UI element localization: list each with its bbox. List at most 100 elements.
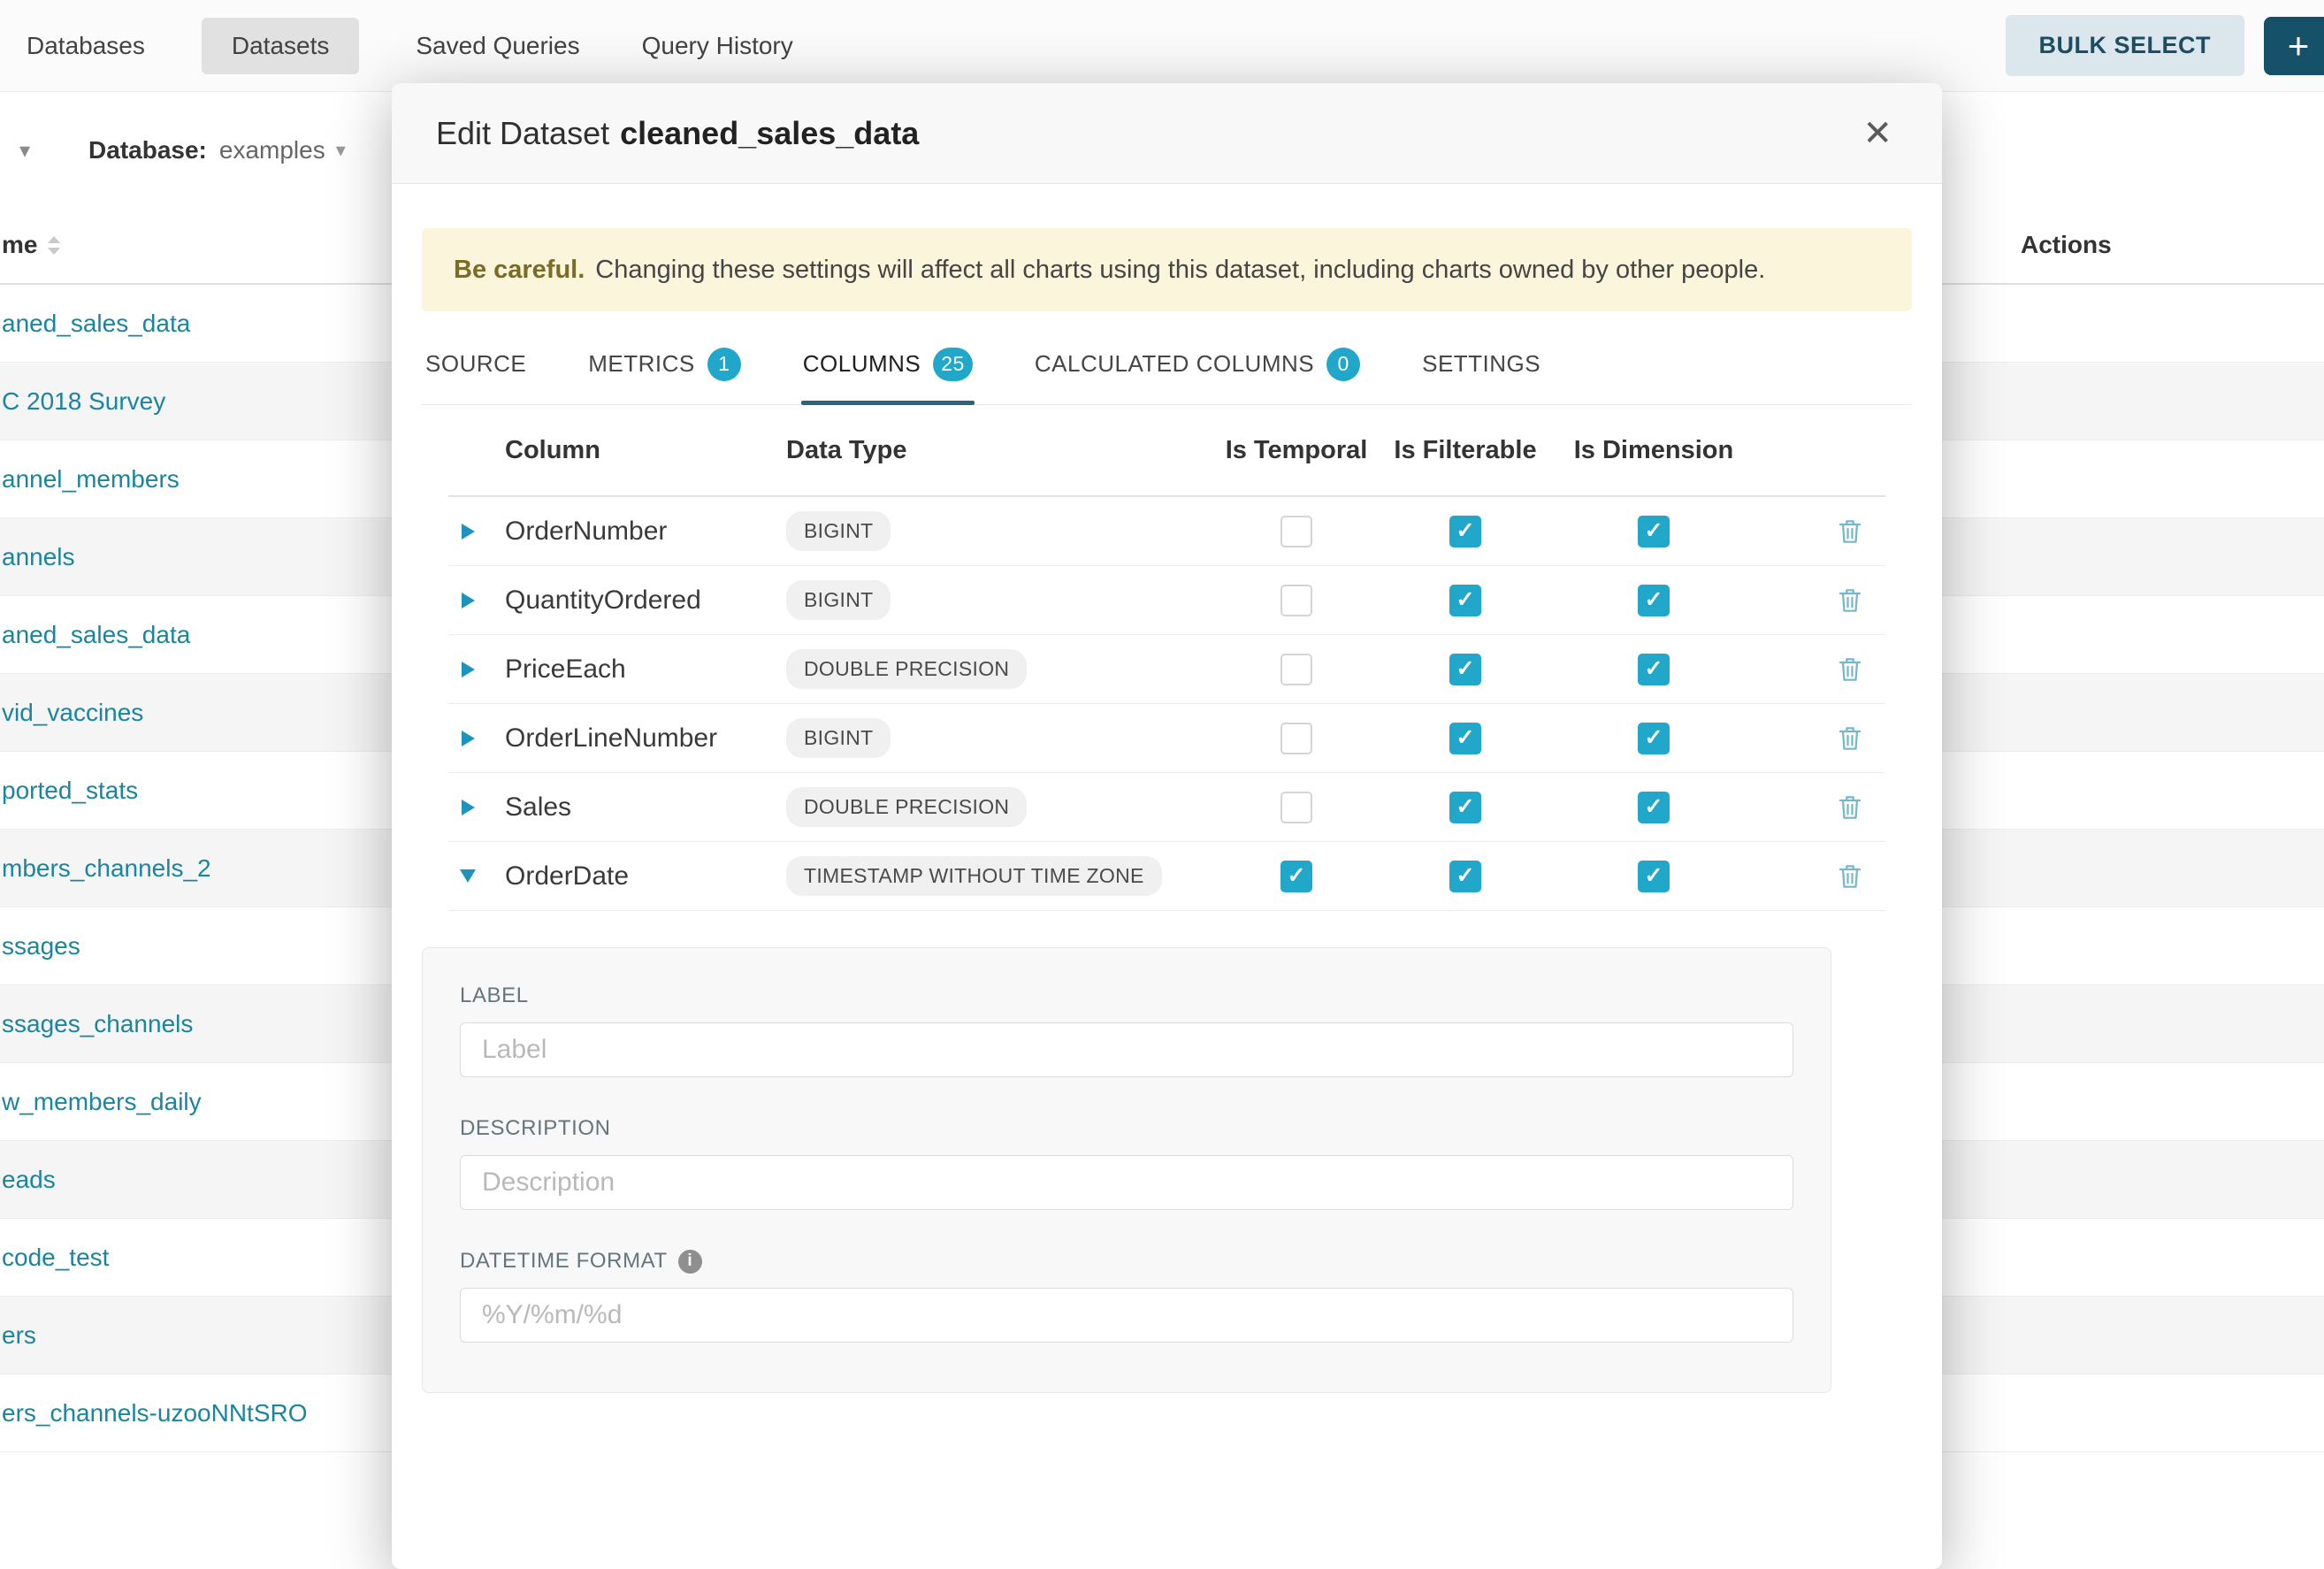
tab-metrics[interactable]: METRICS 1 bbox=[586, 324, 743, 404]
data-type-badge: BIGINT bbox=[786, 580, 891, 620]
warning-bold-text: Be careful. bbox=[454, 256, 585, 285]
is-dimension-checkbox[interactable]: ✓ bbox=[1638, 585, 1670, 616]
label-field: LABEL bbox=[460, 983, 1793, 1077]
expand-caret-icon[interactable] bbox=[448, 731, 487, 746]
modal-body: Be careful. Changing these settings will… bbox=[392, 228, 1942, 1393]
info-icon[interactable]: i bbox=[678, 1250, 702, 1274]
close-icon[interactable]: ✕ bbox=[1857, 115, 1898, 152]
dataset-link[interactable]: C 2018 Survey bbox=[2, 387, 165, 416]
tab-settings[interactable]: SETTINGS bbox=[1420, 324, 1542, 404]
delete-column-button[interactable] bbox=[1831, 581, 1869, 620]
column-name: QuantityOrdered bbox=[487, 586, 779, 616]
column-name: OrderDate bbox=[487, 861, 779, 892]
is-filterable-checkbox[interactable]: ✓ bbox=[1449, 654, 1481, 685]
expand-caret-icon[interactable] bbox=[448, 800, 487, 815]
modal-tab-bar: SOURCE METRICS 1 COLUMNS 25 CALCULATED C… bbox=[422, 324, 1912, 405]
is-dimension-checkbox[interactable]: ✓ bbox=[1638, 861, 1670, 892]
expand-caret-icon[interactable] bbox=[448, 869, 487, 883]
is-dimension-checkbox[interactable]: ✓ bbox=[1638, 792, 1670, 823]
sort-icon[interactable] bbox=[48, 236, 60, 255]
bulk-select-button[interactable]: BULK SELECT bbox=[2006, 15, 2245, 76]
delete-column-button[interactable] bbox=[1831, 788, 1869, 827]
is-temporal-checkbox[interactable] bbox=[1280, 654, 1312, 685]
datetime-format-input[interactable] bbox=[460, 1288, 1793, 1343]
nav-tab-query-history[interactable]: Query History bbox=[637, 18, 799, 74]
dataset-name: cleaned_sales_data bbox=[620, 115, 919, 151]
is-temporal-checkbox[interactable] bbox=[1280, 516, 1312, 547]
expand-caret-icon[interactable] bbox=[448, 524, 487, 540]
tab-label: COLUMNS bbox=[803, 350, 921, 378]
tab-label: CALCULATED COLUMNS bbox=[1035, 350, 1314, 378]
dataset-link[interactable]: eads bbox=[2, 1166, 56, 1194]
data-type-badge: DOUBLE PRECISION bbox=[786, 787, 1027, 827]
is-dimension-checkbox[interactable]: ✓ bbox=[1638, 723, 1670, 754]
dataset-link[interactable]: w_members_daily bbox=[2, 1088, 202, 1116]
dataset-link[interactable]: aned_sales_data bbox=[2, 621, 190, 649]
is-dimension-checkbox[interactable]: ✓ bbox=[1638, 654, 1670, 685]
delete-column-button[interactable] bbox=[1831, 650, 1869, 689]
is-filterable-checkbox[interactable]: ✓ bbox=[1449, 792, 1481, 823]
description-input[interactable] bbox=[460, 1155, 1793, 1210]
nav-tab-saved-queries[interactable]: Saved Queries bbox=[410, 18, 585, 74]
dataset-link[interactable]: code_test bbox=[2, 1244, 109, 1272]
nav-actions: BULK SELECT + bbox=[2006, 15, 2324, 76]
is-filterable-checkbox[interactable]: ✓ bbox=[1449, 585, 1481, 616]
dataset-link[interactable]: ssages_channels bbox=[2, 1010, 193, 1038]
nav-tab-databases[interactable]: Databases bbox=[21, 18, 150, 74]
warning-text: Changing these settings will affect all … bbox=[595, 256, 1765, 285]
data-type-badge: TIMESTAMP WITHOUT TIME ZONE bbox=[786, 856, 1162, 896]
column-row-orderlinenumber: OrderLineNumber BIGINT ✓ ✓ bbox=[448, 704, 1885, 773]
column-row-priceeach: PriceEach DOUBLE PRECISION ✓ ✓ bbox=[448, 635, 1885, 704]
nav-tab-datasets[interactable]: Datasets bbox=[202, 18, 360, 74]
tab-calculated-columns[interactable]: CALCULATED COLUMNS 0 bbox=[1033, 324, 1362, 404]
delete-column-button[interactable] bbox=[1831, 719, 1869, 758]
dataset-link[interactable]: vid_vaccines bbox=[2, 699, 143, 727]
add-button[interactable]: + bbox=[2264, 17, 2324, 75]
columns-rows: OrderNumber BIGINT ✓ ✓ bbox=[448, 497, 1885, 911]
is-temporal-checkbox[interactable] bbox=[1280, 585, 1312, 616]
dataset-link[interactable]: ers bbox=[2, 1321, 36, 1350]
trash-icon bbox=[1837, 724, 1863, 753]
tab-label: METRICS bbox=[588, 350, 695, 378]
dataset-link[interactable]: ssages bbox=[2, 932, 80, 961]
dataset-link[interactable]: ers_channels-uzooNNtSRO bbox=[2, 1399, 308, 1427]
tab-label: SETTINGS bbox=[1422, 350, 1540, 378]
delete-column-button[interactable] bbox=[1831, 857, 1869, 896]
top-navigation: Databases Datasets Saved Queries Query H… bbox=[0, 0, 2324, 92]
dataset-link[interactable]: annel_members bbox=[2, 465, 180, 494]
tab-columns[interactable]: COLUMNS 25 bbox=[801, 324, 975, 404]
tab-source[interactable]: SOURCE bbox=[424, 324, 528, 404]
dataset-link[interactable]: ported_stats bbox=[2, 777, 138, 805]
columns-table: Column Data Type Is Temporal Is Filterab… bbox=[448, 405, 1885, 911]
trash-icon bbox=[1837, 586, 1863, 615]
nav-tab-label: Query History bbox=[642, 32, 793, 59]
dataset-link[interactable]: mbers_channels_2 bbox=[2, 854, 211, 883]
name-column-header: me bbox=[2, 231, 37, 259]
dataset-link[interactable]: aned_sales_data bbox=[2, 310, 190, 338]
column-row-sales: Sales DOUBLE PRECISION ✓ ✓ bbox=[448, 773, 1885, 842]
filter-bar: ▾ Database: examples ▾ bbox=[0, 119, 346, 182]
is-temporal-checkbox[interactable] bbox=[1280, 792, 1312, 823]
is-dimension-checkbox[interactable]: ✓ bbox=[1638, 516, 1670, 547]
column-row-ordernumber: OrderNumber BIGINT ✓ ✓ bbox=[448, 497, 1885, 566]
is-filterable-checkbox[interactable]: ✓ bbox=[1449, 723, 1481, 754]
column-row-orderdate: OrderDate TIMESTAMP WITHOUT TIME ZONE ✓ … bbox=[448, 842, 1885, 911]
is-temporal-checkbox[interactable] bbox=[1280, 723, 1312, 754]
datetime-format-label-text: DATETIME FORMAT bbox=[460, 1249, 668, 1274]
is-temporal-checkbox[interactable]: ✓ bbox=[1280, 861, 1312, 892]
is-filterable-checkbox[interactable]: ✓ bbox=[1449, 516, 1481, 547]
chevron-down-icon[interactable]: ▾ bbox=[19, 138, 30, 164]
trash-icon bbox=[1837, 655, 1863, 684]
database-filter-value[interactable]: examples bbox=[219, 136, 325, 165]
nav-tab-label: Datasets bbox=[232, 32, 330, 59]
expand-caret-icon[interactable] bbox=[448, 593, 487, 608]
delete-column-button[interactable] bbox=[1831, 512, 1869, 551]
description-field: DESCRIPTION bbox=[460, 1116, 1793, 1210]
chevron-down-icon[interactable]: ▾ bbox=[336, 139, 346, 162]
tab-badge: 0 bbox=[1326, 348, 1360, 381]
dataset-link[interactable]: annels bbox=[2, 543, 75, 571]
datetime-format-field: DATETIME FORMAT i bbox=[460, 1249, 1793, 1343]
expand-caret-icon[interactable] bbox=[448, 662, 487, 677]
is-filterable-checkbox[interactable]: ✓ bbox=[1449, 861, 1481, 892]
label-input[interactable] bbox=[460, 1022, 1793, 1077]
